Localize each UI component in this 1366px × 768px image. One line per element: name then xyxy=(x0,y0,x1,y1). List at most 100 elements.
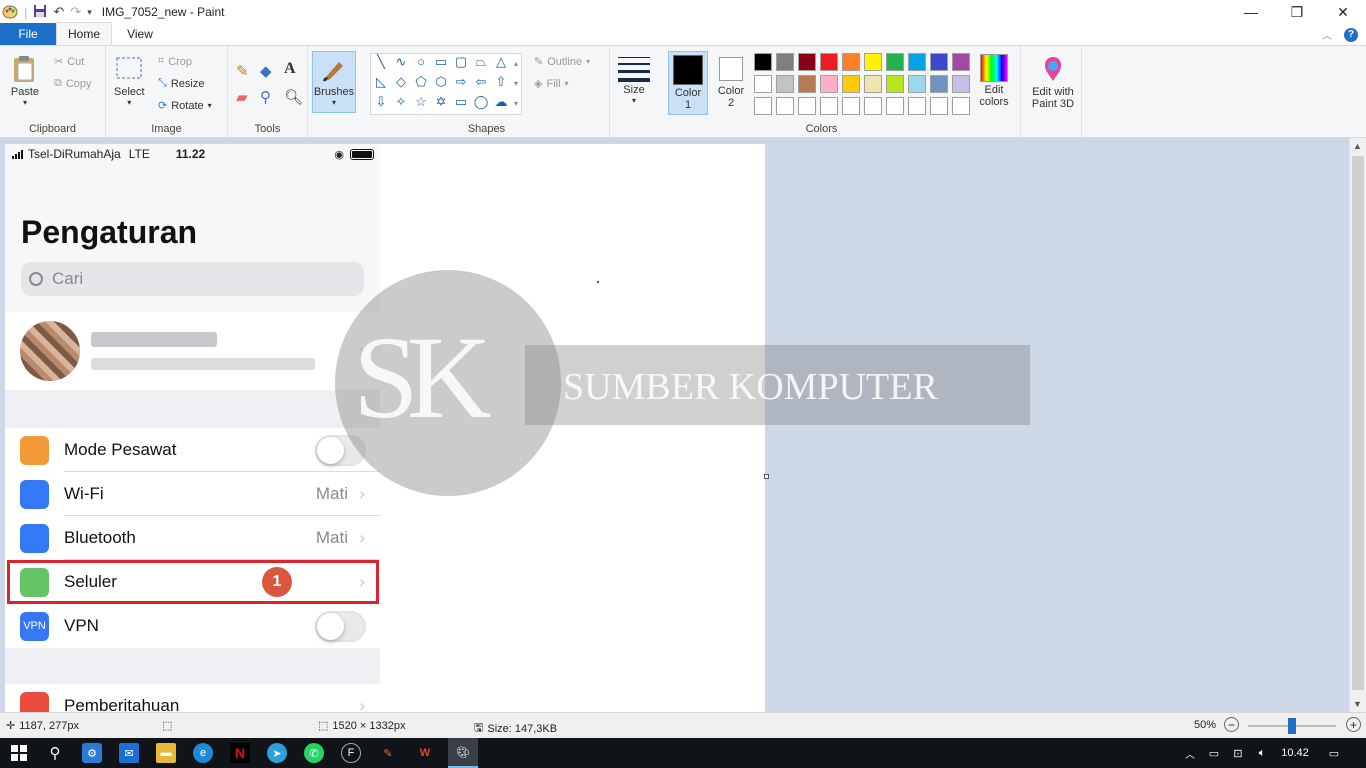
palette-swatch[interactable] xyxy=(930,53,948,71)
file-explorer-icon[interactable]: ▬ xyxy=(156,743,176,763)
restore-icon[interactable]: ❐ xyxy=(1274,0,1320,24)
volume-tray-icon[interactable]: 🔈︎ xyxy=(1252,743,1272,763)
right-arrow-shape-icon[interactable]: ⇨ xyxy=(451,74,471,94)
palette-swatch[interactable] xyxy=(754,53,772,71)
zoom-slider-thumb[interactable] xyxy=(1288,718,1296,734)
scroll-up-icon[interactable]: ▲ xyxy=(1353,141,1362,151)
select-button[interactable]: Select ▾ xyxy=(114,54,145,107)
edit-colors-button[interactable]: Edit colors xyxy=(974,54,1014,108)
toggle-switch[interactable] xyxy=(315,434,366,466)
apple-id-row[interactable]: › xyxy=(5,312,380,390)
zoom-in-button[interactable]: + xyxy=(1346,717,1361,732)
tab-view[interactable]: View xyxy=(112,23,168,45)
palette-swatch[interactable] xyxy=(908,97,926,115)
line-shape-icon[interactable]: ╲ xyxy=(371,54,391,74)
star4-shape-icon[interactable]: ✧ xyxy=(391,94,411,114)
qat-dropdown-icon[interactable]: ▾ xyxy=(87,7,92,18)
rotate-button[interactable]: ⟳ Rotate ▾ xyxy=(158,99,212,113)
star5-shape-icon[interactable]: ☆ xyxy=(411,94,431,114)
tray-chevron-icon[interactable]: ︿ xyxy=(1180,743,1200,763)
cut-button[interactable]: ✂ Cut xyxy=(54,55,84,69)
palette-swatch[interactable] xyxy=(886,97,904,115)
rectangle-shape-icon[interactable]: ▭ xyxy=(431,54,451,74)
palette-swatch[interactable] xyxy=(798,75,816,93)
palette-swatch[interactable] xyxy=(908,75,926,93)
palette-swatch[interactable] xyxy=(930,97,948,115)
telegram-icon[interactable]: ➤ xyxy=(267,743,287,763)
polygon-shape-icon[interactable]: ⏢ xyxy=(471,54,491,74)
undo-icon[interactable]: ↶ xyxy=(53,4,64,20)
size-button[interactable]: Size ▾ xyxy=(618,54,650,105)
palette-swatch[interactable] xyxy=(864,97,882,115)
palette-swatch[interactable] xyxy=(886,53,904,71)
image-canvas[interactable]: Tsel-DiRumahAja LTE 11.22 ◉ Pengaturan C… xyxy=(5,144,769,712)
color1-button[interactable]: Color 1 xyxy=(668,51,708,115)
palette-swatch[interactable] xyxy=(952,97,970,115)
tab-home[interactable]: Home xyxy=(56,22,112,45)
close-icon[interactable]: ✕ xyxy=(1320,0,1366,24)
palette-swatch[interactable] xyxy=(842,75,860,93)
edit-with-paint3d-button[interactable]: Edit with Paint 3D xyxy=(1025,54,1081,110)
brushes-button[interactable]: Brushes ▾ xyxy=(312,51,356,113)
scroll-thumb[interactable] xyxy=(1352,156,1364,690)
tab-file[interactable]: File xyxy=(0,23,56,45)
hexagon-shape-icon[interactable]: ⬡ xyxy=(431,74,451,94)
mail-app-icon[interactable]: ✉ xyxy=(119,743,139,763)
color-picker-icon[interactable]: ⚲ xyxy=(260,88,271,106)
palette-swatch[interactable] xyxy=(776,75,794,93)
minimize-icon[interactable]: — xyxy=(1228,0,1274,24)
shapes-scroll[interactable]: ▴ ▾ ▾ xyxy=(514,54,518,114)
palette-swatch[interactable] xyxy=(930,75,948,93)
palette-swatch[interactable] xyxy=(952,53,970,71)
left-arrow-shape-icon[interactable]: ⇦ xyxy=(471,74,491,94)
curve-shape-icon[interactable]: ∿ xyxy=(391,54,411,74)
toggle-switch[interactable] xyxy=(315,610,366,642)
settings-row-wi-fi[interactable]: Wi-Fi Mati › xyxy=(5,472,380,516)
vertical-scrollbar[interactable]: ▲ ▼ xyxy=(1349,138,1366,712)
palette-swatch[interactable] xyxy=(864,75,882,93)
palette-swatch[interactable] xyxy=(842,53,860,71)
shapes-gallery[interactable]: ╲ ∿ ○ ▭ ▢ ⏢ △ ◺ ◇ ⬠ ⬡ ⇨ ⇦ ⇧ ⇩ ✧ ☆ ✡ ▭ ◯ ☁ xyxy=(370,53,522,115)
text-icon[interactable]: A xyxy=(284,60,296,78)
palette-swatch[interactable] xyxy=(908,53,926,71)
up-arrow-shape-icon[interactable]: ⇧ xyxy=(491,74,511,94)
taskbar-search-icon[interactable]: ⚲ xyxy=(45,743,65,763)
callout-rect-shape-icon[interactable]: ▭ xyxy=(451,94,471,114)
right-triangle-shape-icon[interactable]: ◺ xyxy=(371,74,391,94)
search-field[interactable]: Cari xyxy=(21,262,364,296)
palette-swatch[interactable] xyxy=(798,97,816,115)
netflix-icon[interactable]: N xyxy=(230,743,250,763)
settings-row-mode-pesawat[interactable]: Mode Pesawat xyxy=(5,428,380,472)
taskbar-clock[interactable]: 10.42 xyxy=(1278,743,1312,763)
palette-swatch[interactable] xyxy=(886,75,904,93)
copy-button[interactable]: ⧉ Copy xyxy=(54,77,92,90)
callout-oval-shape-icon[interactable]: ◯ xyxy=(471,94,491,114)
settings-row-vpn[interactable]: VPN VPN xyxy=(5,604,380,648)
palette-swatch[interactable] xyxy=(952,75,970,93)
pencil-icon[interactable]: ✎ xyxy=(236,62,249,80)
battery-tray-icon[interactable]: ▭ xyxy=(1204,743,1224,763)
eraser-icon[interactable]: ▰ xyxy=(236,88,248,106)
palette-swatch[interactable] xyxy=(754,75,772,93)
save-icon[interactable] xyxy=(33,4,47,21)
zoom-out-button[interactable]: − xyxy=(1224,717,1239,732)
edge-browser-icon[interactable]: e xyxy=(193,743,213,763)
paste-button[interactable]: Paste ▾ xyxy=(10,54,40,107)
palette-swatch[interactable] xyxy=(820,75,838,93)
collapse-ribbon-icon[interactable]: ︿ xyxy=(1322,27,1332,42)
palette-swatch[interactable] xyxy=(776,97,794,115)
windows-start-icon[interactable] xyxy=(9,743,29,763)
fill-bucket-icon[interactable]: ◆ xyxy=(260,62,272,80)
help-icon[interactable]: ? xyxy=(1344,27,1358,42)
app-pen-icon[interactable]: ✎ xyxy=(378,743,398,763)
network-tray-icon[interactable]: ⊡ xyxy=(1228,743,1248,763)
palette-swatch[interactable] xyxy=(798,53,816,71)
callout-cloud-shape-icon[interactable]: ☁ xyxy=(491,94,511,114)
palette-swatch[interactable] xyxy=(820,53,838,71)
canvas-resize-handle[interactable] xyxy=(764,474,769,479)
diamond-shape-icon[interactable]: ◇ xyxy=(391,74,411,94)
pentagon-shape-icon[interactable]: ⬠ xyxy=(411,74,431,94)
fill-button[interactable]: ◈ Fill ▾ xyxy=(534,77,569,91)
palette-swatch[interactable] xyxy=(754,97,772,115)
rounded-rectangle-shape-icon[interactable]: ▢ xyxy=(451,54,471,74)
